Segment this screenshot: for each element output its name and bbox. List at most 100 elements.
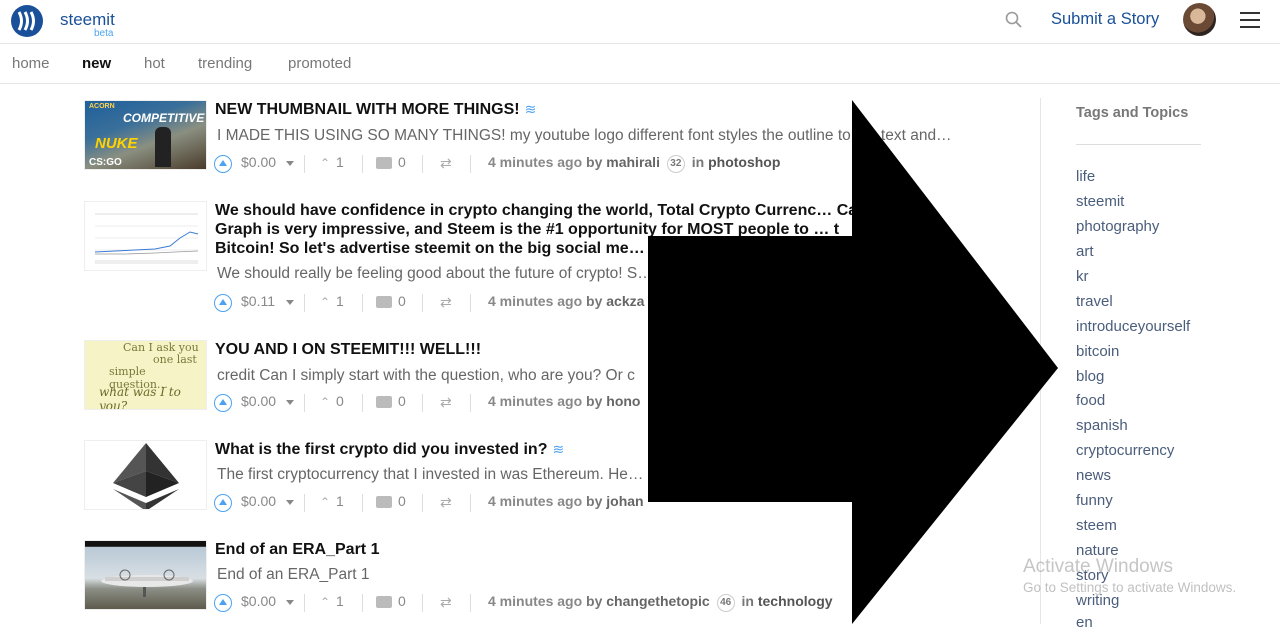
tag-link[interactable]: steem	[1076, 517, 1117, 534]
tag-link[interactable]: cryptocurrency	[1076, 442, 1174, 459]
comment-count[interactable]: 0	[398, 154, 406, 170]
upvote-icon[interactable]	[214, 294, 232, 312]
tag-link[interactable]: travel	[1076, 293, 1113, 310]
post-title-line[interactable]: Graph is very impressive, and Steem is t…	[215, 220, 1005, 239]
tag-link[interactable]: photography	[1076, 218, 1159, 235]
resteem-icon[interactable]: ⇄	[440, 294, 452, 311]
resteem-icon[interactable]: ⇄	[440, 494, 452, 511]
tag-link[interactable]: bitcoin	[1076, 343, 1119, 360]
upvote-icon[interactable]	[214, 155, 232, 173]
post-thumbnail[interactable]: ACORN COMPETITIVE NUKE CS:GO	[84, 100, 207, 170]
category-link[interactable]: technology	[758, 593, 833, 609]
author-link[interactable]: ackza	[606, 293, 644, 309]
comment-count[interactable]: 0	[398, 393, 406, 409]
comment-count[interactable]: 0	[398, 293, 406, 309]
post-excerpt[interactable]: The first cryptocurrency that I invested…	[217, 466, 1007, 484]
divider	[362, 155, 363, 173]
brand-name[interactable]: steemit	[60, 10, 115, 30]
post-thumbnail[interactable]	[84, 540, 207, 610]
resteem-icon[interactable]: ⇄	[440, 394, 452, 411]
comment-count[interactable]: 0	[398, 593, 406, 609]
resteem-icon[interactable]: ⇄	[440, 155, 452, 172]
post-title-row: What is the first crypto did you investe…	[215, 440, 1005, 459]
resteem-icon[interactable]: ⇄	[440, 594, 452, 611]
post-title[interactable]: NEW THUMBNAIL WITH MORE THINGS!	[215, 101, 520, 118]
comment-icon[interactable]	[376, 296, 392, 308]
payout-value[interactable]: $0.00	[241, 593, 276, 609]
payout-value[interactable]: $0.11	[241, 293, 275, 309]
chevron-down-icon[interactable]	[286, 500, 294, 505]
tag-link[interactable]: blog	[1076, 368, 1104, 385]
search-icon[interactable]	[1004, 10, 1024, 30]
submit-story-link[interactable]: Submit a Story	[1051, 10, 1159, 29]
post-title[interactable]: What is the first crypto did you investe…	[215, 441, 547, 458]
nav-new[interactable]: new	[82, 55, 111, 72]
vote-count[interactable]: 1	[336, 154, 344, 170]
comment-icon[interactable]	[376, 496, 392, 508]
payout-value[interactable]: $0.00	[241, 154, 276, 170]
post-thumbnail[interactable]	[84, 440, 207, 510]
vote-count[interactable]: 1	[336, 293, 344, 309]
payout-value[interactable]: $0.00	[241, 393, 276, 409]
post-title-line[interactable]: We should have confidence in crypto chan…	[215, 201, 1005, 220]
brand-beta-label: beta	[94, 28, 114, 39]
author-link[interactable]: mahirali	[606, 154, 660, 170]
chevron-down-icon[interactable]	[286, 161, 294, 166]
upvote-icon[interactable]	[214, 494, 232, 512]
vote-count[interactable]: 1	[336, 493, 344, 509]
author-link[interactable]: hono	[606, 393, 640, 409]
chevron-down-icon[interactable]	[286, 300, 294, 305]
post-title[interactable]: End of an ERA_Part 1	[215, 540, 1005, 559]
payout-value[interactable]: $0.00	[241, 493, 276, 509]
post-thumbnail[interactable]: Can I ask you one last simple question… …	[84, 340, 207, 410]
vote-count[interactable]: 1	[336, 593, 344, 609]
chevron-down-icon[interactable]	[286, 400, 294, 405]
nav-home[interactable]: home	[12, 55, 50, 72]
post-excerpt[interactable]: credit Can I simply start with the quest…	[217, 367, 1007, 385]
comment-icon[interactable]	[376, 157, 392, 169]
upvote-icon[interactable]	[214, 594, 232, 612]
post-title-line[interactable]: Bitcoin! So let's advertise steemit on t…	[215, 239, 1005, 258]
post-title[interactable]: YOU AND I ON STEEMIT!!! WELL!!!	[215, 340, 1005, 359]
by-label: by	[586, 593, 603, 609]
tag-link[interactable]: spanish	[1076, 417, 1128, 434]
tag-link[interactable]: funny	[1076, 492, 1113, 509]
comment-icon[interactable]	[376, 596, 392, 608]
post-excerpt[interactable]: I MADE THIS USING SO MANY THINGS! my you…	[217, 127, 1007, 145]
thumb-text: COMPETITIVE	[123, 111, 205, 125]
tag-link[interactable]: introduceyourself	[1076, 318, 1190, 335]
upvote-icon[interactable]	[214, 394, 232, 412]
tag-link[interactable]: food	[1076, 392, 1105, 409]
author-link[interactable]: changethetopic	[606, 593, 709, 609]
author-link[interactable]: johan	[606, 493, 643, 509]
post-excerpt[interactable]: We should really be feeling good about t…	[217, 265, 1007, 283]
nav-trending[interactable]: trending	[198, 55, 252, 72]
post-time[interactable]: 4 minutes ago	[488, 293, 582, 309]
avatar[interactable]	[1183, 3, 1216, 36]
chevron-down-icon[interactable]	[286, 600, 294, 605]
post-thumbnail[interactable]	[84, 201, 207, 271]
nav-promoted[interactable]: promoted	[288, 55, 351, 72]
post-time[interactable]: 4 minutes ago	[488, 593, 582, 609]
votes-icon: ⌃	[320, 295, 331, 309]
post-time[interactable]: 4 minutes ago	[488, 154, 582, 170]
comment-count[interactable]: 0	[398, 493, 406, 509]
tag-link[interactable]: art	[1076, 243, 1094, 260]
steem-icon: ≋	[552, 441, 565, 457]
post-time[interactable]: 4 minutes ago	[488, 493, 582, 509]
tag-link[interactable]: kr	[1076, 268, 1089, 285]
vote-count[interactable]: 0	[336, 393, 344, 409]
comment-icon[interactable]	[376, 396, 392, 408]
tag-link[interactable]: news	[1076, 467, 1111, 484]
tag-link[interactable]: steemit	[1076, 193, 1124, 210]
nav-hot[interactable]: hot	[144, 55, 165, 72]
hamburger-menu-icon[interactable]	[1240, 12, 1260, 28]
category-link[interactable]: photoshop	[708, 154, 780, 170]
post-excerpt[interactable]: End of an ERA_Part 1	[217, 566, 1007, 584]
by-label: by	[586, 154, 603, 170]
post-time[interactable]: 4 minutes ago	[488, 393, 582, 409]
tag-link[interactable]: life	[1076, 168, 1095, 185]
post-title[interactable]: We should have confidence in crypto chan…	[215, 201, 1005, 258]
tag-link[interactable]: en	[1076, 614, 1093, 631]
steemit-logo-icon[interactable]	[10, 4, 44, 38]
